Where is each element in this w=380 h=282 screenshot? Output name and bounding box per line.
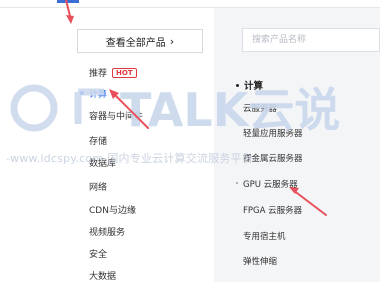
- category-label: 存储: [89, 137, 108, 147]
- product-item-dedicated-host[interactable]: 专用宿主机: [243, 230, 286, 242]
- category-label: 计算: [89, 90, 108, 100]
- chevron-right-icon: ›: [169, 34, 175, 48]
- category-item-recommended[interactable]: 推荐 HOT: [89, 66, 137, 79]
- product-label: 裸金属云服务器: [243, 154, 303, 164]
- category-label: 大数据: [89, 272, 117, 282]
- category-item-big-data[interactable]: 大数据: [89, 269, 116, 282]
- section-title-text: 计算: [244, 81, 264, 92]
- view-all-label: 查看全部产品: [105, 37, 166, 49]
- product-item-gpu-server[interactable]: GPU 云服务器: [236, 178, 298, 190]
- product-label: FPGA 云服务器: [243, 206, 303, 216]
- product-bullet: [236, 182, 238, 184]
- product-label: 专用宿主机: [243, 232, 286, 242]
- category-item-cdn-edge[interactable]: CDN与边缘: [89, 203, 136, 216]
- product-item-auto-scaling[interactable]: 弹性伸缩: [243, 255, 277, 267]
- product-item-lightweight-server[interactable]: 轻量应用服务器: [243, 127, 303, 139]
- category-item-video[interactable]: 视频服务: [89, 225, 125, 238]
- product-label: 云服务器: [243, 104, 278, 114]
- product-item-bare-metal-server[interactable]: 裸金属云服务器: [243, 152, 303, 164]
- product-item-fpga-server[interactable]: FPGA 云服务器: [243, 204, 302, 216]
- category-label: 容器与中间件: [89, 112, 144, 122]
- category-item-container-middleware[interactable]: 容器与中间件: [89, 109, 143, 122]
- category-label: 数据库: [89, 159, 117, 169]
- category-label: 视频服务: [89, 228, 126, 238]
- product-label: GPU 云服务器: [243, 180, 298, 190]
- search-input[interactable]: [242, 28, 380, 52]
- section-bullet: [236, 84, 239, 87]
- category-label: 网络: [89, 183, 108, 193]
- category-label: 推荐: [89, 69, 108, 79]
- hot-badge: HOT: [112, 68, 137, 78]
- category-item-network[interactable]: 网络: [89, 180, 107, 193]
- view-all-products-button[interactable]: 查看全部产品 ›: [77, 29, 203, 53]
- product-label: 弹性伸缩: [243, 257, 278, 267]
- active-indicator-dot: [80, 91, 84, 95]
- category-item-storage[interactable]: 存储: [89, 134, 107, 147]
- category-label: 安全: [89, 250, 108, 260]
- category-label: CDN与边缘: [89, 206, 136, 216]
- category-item-database[interactable]: 数据库: [89, 156, 116, 169]
- product-label: 轻量应用服务器: [243, 129, 303, 139]
- section-title: 计算: [236, 78, 263, 92]
- top-nav-active-indicator: [57, 0, 79, 3]
- category-item-security[interactable]: 安全: [89, 247, 107, 260]
- product-item-cloud-server[interactable]: 云服务器: [243, 102, 277, 114]
- category-item-compute[interactable]: 计算: [80, 87, 108, 100]
